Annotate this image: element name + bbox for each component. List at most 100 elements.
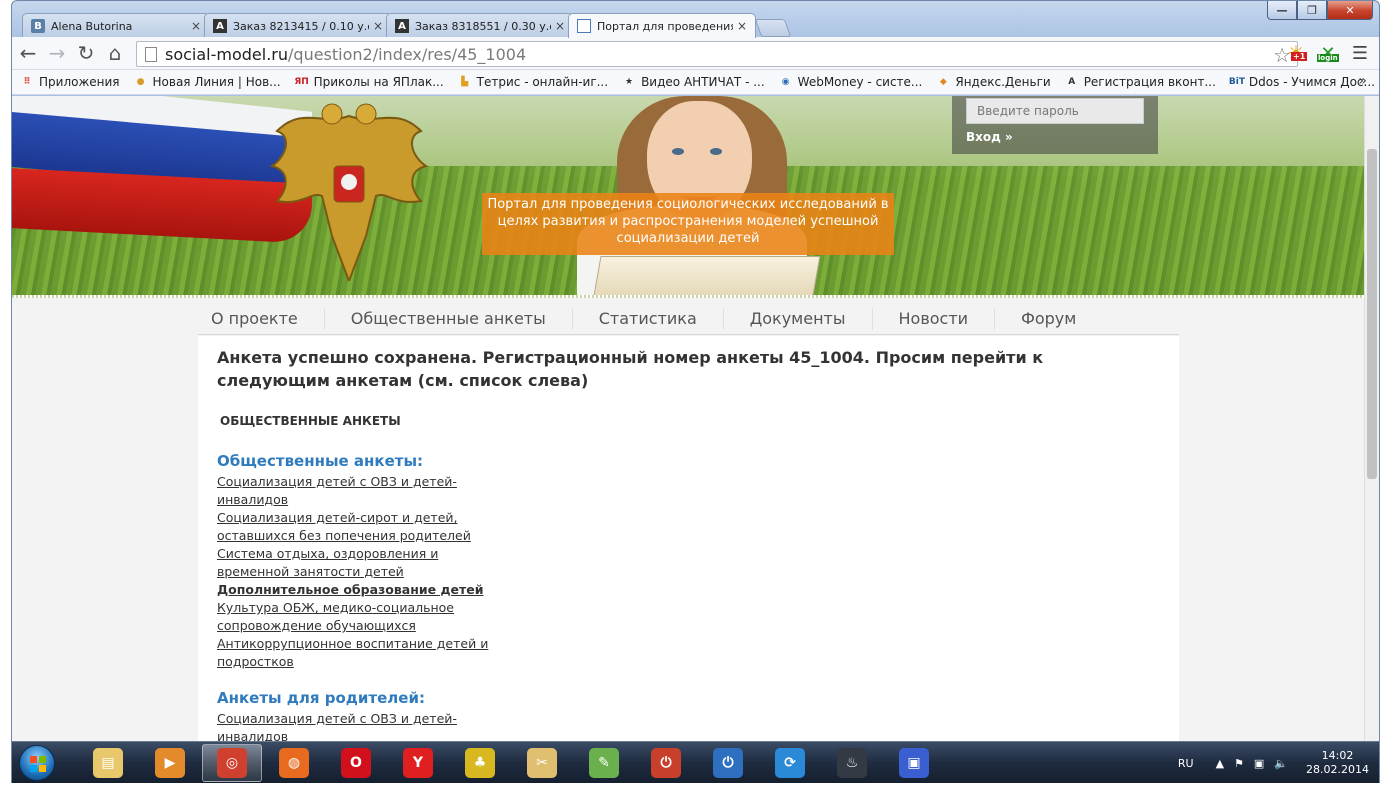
back-button[interactable]: ← [15, 40, 41, 66]
explorer-icon: ▤ [93, 747, 123, 778]
network-icon[interactable]: ▣ [1254, 757, 1264, 770]
bookmark-item[interactable]: ◆ Яндекс.Деньги [936, 75, 1051, 89]
close-tab-icon[interactable]: × [373, 19, 383, 33]
notepad-icon: ✎ [589, 747, 619, 778]
taskbar-app-button[interactable]: ▤ [78, 744, 138, 782]
extensions-area: ☀+1 ✕login ☰ [1285, 41, 1371, 65]
survey-link[interactable]: Система отдыха, оздоровления и временной… [217, 545, 492, 581]
steam-icon: ♨ [837, 747, 867, 778]
bookmark-label: Новая Линия | Нов... [152, 75, 281, 89]
double-chevron-icon: » [1005, 130, 1013, 144]
start-button[interactable] [12, 743, 62, 783]
taskbar-app-button[interactable]: ♨ [822, 744, 882, 782]
language-indicator[interactable]: RU [1178, 757, 1194, 770]
survey-link[interactable]: Дополнительное образование детей [217, 581, 492, 599]
survey-link[interactable]: Социализация детей с ОВЗ и детей-инвалид… [217, 710, 492, 741]
maximize-button[interactable]: ❐ [1297, 1, 1327, 20]
action-center-flag-icon[interactable]: ⚑ [1234, 757, 1244, 770]
bookmark-item[interactable]: ⠿ Приложения [20, 75, 119, 89]
taskbar-app-button[interactable]: ◍ [264, 744, 324, 782]
power-icon: ⏻ [713, 747, 743, 778]
advego-icon: A [213, 19, 227, 33]
weather-extension-icon[interactable]: ☀+1 [1285, 41, 1308, 65]
bookmark-label: Видео АНТИЧАТ - ... [641, 75, 765, 89]
nav-item[interactable]: Статистика [573, 308, 724, 330]
vertical-scrollbar[interactable] [1364, 96, 1379, 741]
close-tab-icon[interactable]: × [737, 19, 747, 33]
page-viewport: Портал для проведения социологических ис… [12, 96, 1364, 741]
survey-link[interactable]: Антикоррупционное воспитание детей и под… [217, 635, 492, 671]
window-controls: — ❐ ✕ [1267, 1, 1373, 20]
nav-item[interactable]: О проекте [198, 308, 325, 330]
taskbar-app-button[interactable]: Y [388, 744, 448, 782]
close-tab-icon[interactable]: × [191, 19, 201, 33]
bookmark-item[interactable]: A Регистрация вконт... [1065, 75, 1216, 89]
address-bar[interactable]: social-model.ru /question2/index/res/45_… [136, 41, 1298, 67]
bookmark-item[interactable]: ★ Видео АНТИЧАТ - ... [622, 75, 765, 89]
url-host: social-model.ru [165, 44, 289, 64]
taskbar-app-button[interactable]: O [326, 744, 386, 782]
taskbar-app-button[interactable]: ◎ [202, 743, 262, 782]
tetris-icon: ▙ [461, 77, 469, 87]
close-window-button[interactable]: ✕ [1327, 1, 1373, 20]
success-message: Анкета успешно сохранена. Регистрационны… [217, 348, 1044, 390]
taskbar-app-button[interactable]: ⏻ [698, 744, 758, 782]
windows-logo-icon [19, 744, 55, 781]
bookmark-item[interactable]: ЯП Приколы на ЯПлак... [294, 75, 443, 89]
password-input[interactable]: Введите пароль [966, 98, 1144, 124]
taskbar-app-button[interactable]: ▶ [140, 744, 200, 782]
newline-icon: ● [136, 77, 145, 87]
bit-icon: BiT [1228, 77, 1245, 87]
browser-tab[interactable]: A Заказ 8318551 / 0.30 у.е. × [386, 13, 574, 38]
nav-item[interactable]: Новости [873, 308, 996, 330]
nav-item[interactable]: Форум [995, 308, 1102, 330]
system-tray: RU ▲ ⚑ ▣ 🔈 14:02 28.02.2014 [1178, 742, 1369, 784]
survey-link[interactable]: Социализация детей-сирот и детей, оставш… [217, 509, 492, 545]
yaplakal-icon: ЯП [294, 77, 309, 87]
browser-tab[interactable]: Портал для проведения с × [568, 13, 756, 38]
taskbar-app-button[interactable]: ✂ [512, 744, 572, 782]
bookmark-item[interactable]: ▙ Тетрис - онлайн-иг... [458, 75, 608, 89]
tray-expand-icon[interactable]: ▲ [1216, 757, 1224, 770]
minimize-button[interactable]: — [1267, 1, 1297, 20]
extension-badge: +1 [1291, 52, 1308, 61]
clock-date: 28.02.2014 [1306, 763, 1369, 776]
nav-item[interactable]: Общественные анкеты [325, 308, 573, 330]
clock[interactable]: 14:02 28.02.2014 [1306, 749, 1369, 777]
volume-icon[interactable]: 🔈 [1274, 757, 1288, 770]
antichat-icon: ★ [625, 77, 634, 87]
home-button[interactable]: ⌂ [102, 40, 128, 66]
bookmark-item[interactable]: ◉ WebMoney - систе... [779, 75, 923, 89]
taskbar-app-button[interactable]: ✎ [574, 744, 634, 782]
scrollbar-thumb[interactable] [1367, 149, 1377, 479]
screen: — ❐ ✕ B Alena Butorina × A Заказ 8213415 / 0… [0, 0, 1398, 800]
tab-title: Alena Butorina [51, 19, 133, 33]
browser-toolbar: ← → ↻ ⌂ social-model.ru /question2/index… [12, 37, 1379, 70]
login-panel: Введите пароль Вход » [952, 96, 1158, 154]
screenshot-tool-icon: ✂ [527, 747, 557, 778]
browser-tab[interactable]: A Заказ 8213415 / 0.10 у.е. × [204, 13, 392, 38]
bookmarks-overflow-icon[interactable]: » [1358, 73, 1367, 89]
forward-button[interactable]: → [44, 40, 70, 66]
nav-item[interactable]: Документы [724, 308, 873, 330]
firefox-icon: ◍ [279, 747, 309, 778]
survey-link[interactable]: Культура ОБЖ, медико-социальное сопровож… [217, 599, 492, 635]
link-list: Социализация детей с ОВЗ и детей-инвалид… [217, 473, 492, 671]
reload-button[interactable]: ↻ [73, 40, 99, 66]
bookmark-item[interactable]: ● Новая Линия | Нов... [134, 75, 281, 89]
new-tab-button[interactable] [754, 19, 792, 37]
browser-tab[interactable]: B Alena Butorina × [22, 13, 210, 38]
taskbar-app-button[interactable]: ▣ [884, 744, 944, 782]
survey-link[interactable]: Социализация детей с ОВЗ и детей-инвалид… [217, 473, 492, 509]
bookmark-label: Яндекс.Деньги [955, 75, 1051, 89]
menu-icon[interactable]: ☰ [1349, 42, 1371, 64]
taskbar-app-button[interactable]: ⏻ [636, 744, 696, 782]
taskbar-app-button[interactable]: ⟳ [760, 744, 820, 782]
login-extension-icon[interactable]: ✕ login [1317, 42, 1339, 64]
login-button[interactable]: Вход » [966, 130, 1013, 144]
taskbar-app-button[interactable]: ♣ [450, 744, 510, 782]
bookmark-item[interactable]: BiT Ddos - Учимся Дос... [1228, 75, 1375, 89]
close-tab-icon[interactable]: × [555, 19, 565, 33]
opera-icon: O [341, 747, 371, 778]
chrome-icon: ◎ [217, 747, 247, 778]
